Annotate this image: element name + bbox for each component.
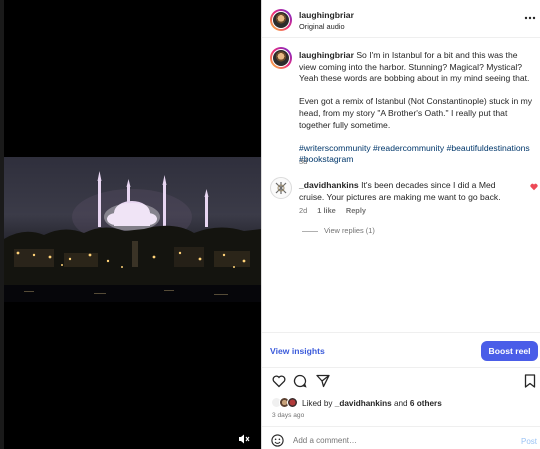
caption-age: 3d (299, 157, 308, 166)
comment-age: 2d (299, 206, 308, 215)
comment: _davidhankins It's been decades since I … (299, 180, 519, 203)
author-avatar[interactable] (270, 9, 292, 31)
comment-username[interactable]: _davidhankins (299, 180, 359, 190)
heart-icon[interactable] (530, 183, 538, 193)
divider (262, 332, 540, 333)
post-caption: laughingbriar So I'm in Istanbul for a b… (299, 50, 535, 166)
share-icon[interactable] (316, 374, 330, 388)
boost-reel-button[interactable]: Boost reel (481, 341, 538, 361)
commenter-avatar[interactable] (270, 177, 292, 199)
caption-username[interactable]: laughingbriar (299, 50, 354, 60)
liked-by-user[interactable]: _davidhankins (335, 399, 392, 408)
reply-button[interactable]: Reply (346, 206, 366, 215)
author-username[interactable]: laughingbriar (299, 10, 354, 20)
post-side-panel: laughingbriar Original audio laughingbri… (261, 0, 540, 449)
divider (262, 367, 540, 368)
comment-input[interactable] (293, 436, 493, 445)
caption-hashtags[interactable]: #writerscommunity #readercommunity #beau… (299, 143, 535, 166)
view-replies-button[interactable]: View replies (1) (302, 226, 375, 235)
comment-meta: 2d 1 like Reply (299, 206, 374, 215)
divider (262, 426, 540, 427)
bookmark-icon[interactable] (524, 374, 536, 388)
caption-paragraph-2: Even got a remix of Istanbul (Not Consta… (299, 96, 533, 130)
video-player[interactable] (0, 0, 261, 449)
mute-icon[interactable] (236, 433, 252, 447)
video-frame-istanbul-mosque (4, 157, 261, 302)
like-icon[interactable] (272, 374, 286, 388)
more-icon[interactable] (524, 10, 536, 22)
view-insights-link[interactable]: View insights (270, 346, 325, 356)
post-time: 3 days ago (272, 412, 305, 419)
comment-likes[interactable]: 1 like (317, 206, 336, 215)
liked-by: Liked by _davidhankins and 6 others (302, 399, 442, 408)
emoji-icon[interactable] (271, 434, 284, 447)
post-comment-button[interactable]: Post (521, 437, 537, 446)
caption-avatar[interactable] (270, 47, 292, 69)
post-header: laughingbriar Original audio (262, 0, 540, 38)
liked-by-others[interactable]: 6 others (410, 399, 442, 408)
liker-avatar[interactable] (287, 397, 298, 408)
comment-icon[interactable] (293, 374, 307, 388)
audio-label[interactable]: Original audio (299, 22, 345, 31)
